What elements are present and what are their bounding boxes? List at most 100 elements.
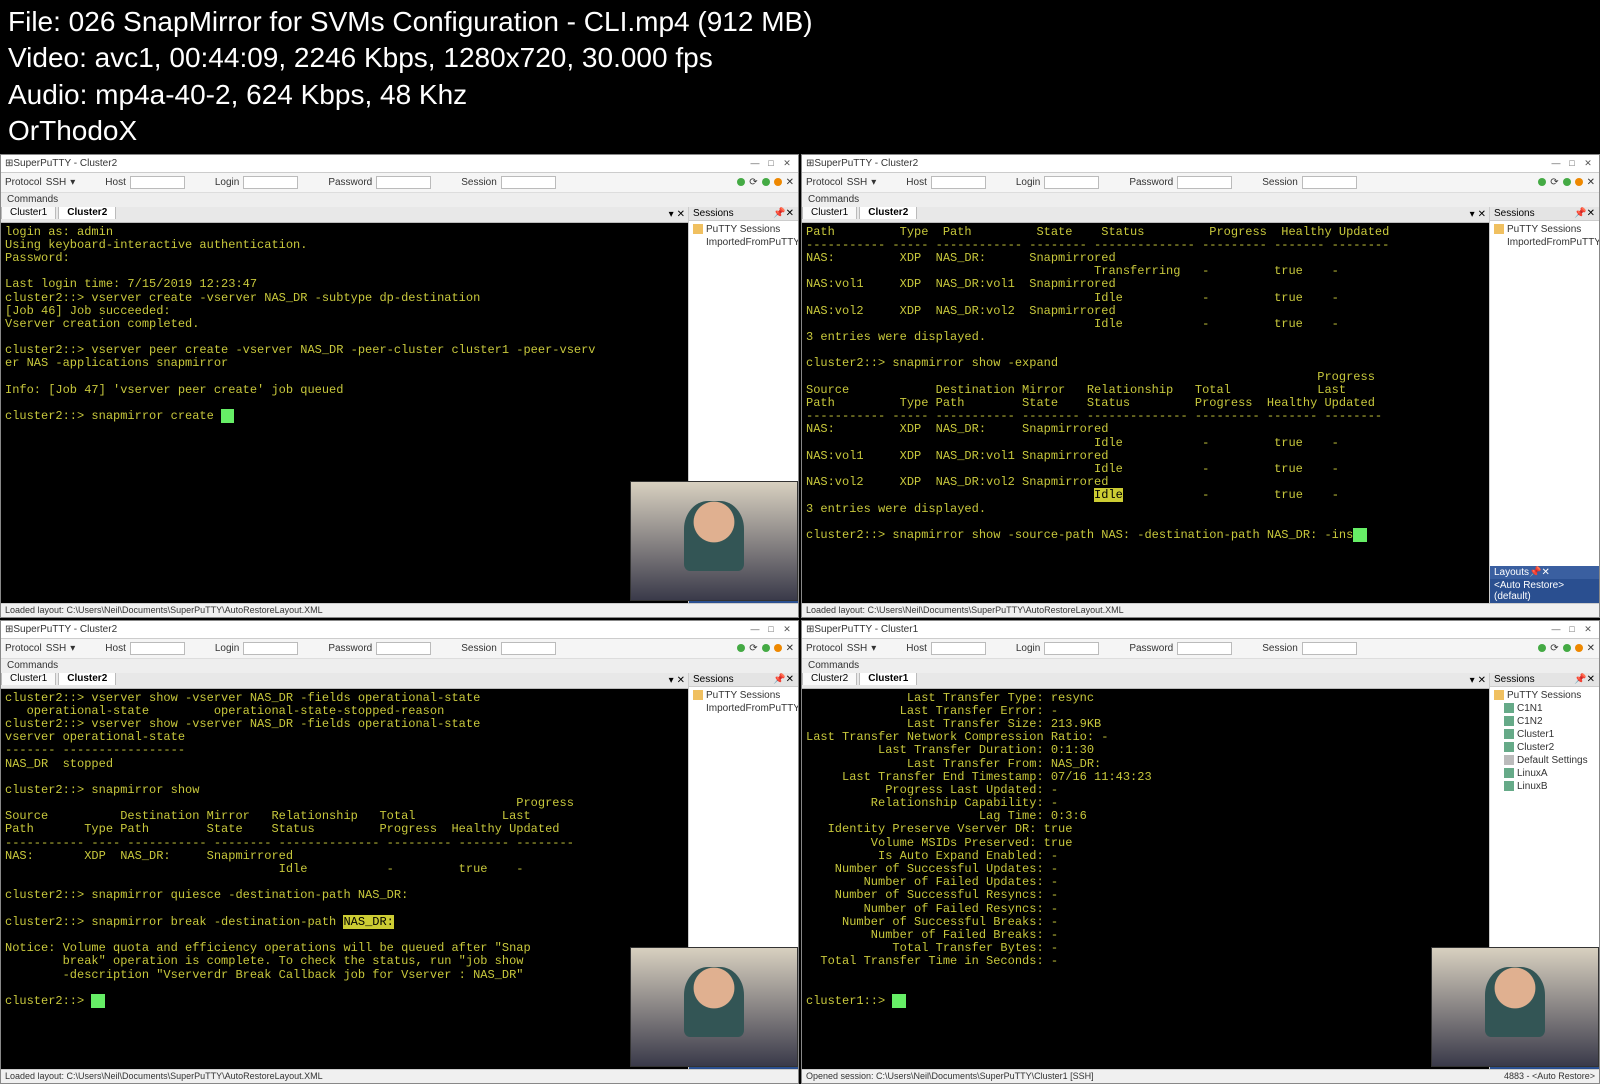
terminal-tab[interactable]: Cluster1 xyxy=(859,673,917,685)
window-titlebar[interactable]: ⊞ SuperPuTTY - Cluster1 — □ ✕ xyxy=(802,621,1599,639)
commands-menu[interactable]: Commands xyxy=(7,660,58,671)
session-tree-item[interactable]: LinuxB xyxy=(1494,780,1595,793)
menubar[interactable]: Commands xyxy=(802,193,1599,207)
session-tree-item[interactable]: PuTTY Sessions xyxy=(1494,223,1595,236)
session-tree-item[interactable]: ImportedFromPuTTY xyxy=(1494,236,1595,249)
terminal-tab[interactable]: Cluster1 xyxy=(802,207,857,219)
session-tree-item[interactable]: Cluster2 xyxy=(1494,741,1595,754)
password-input[interactable] xyxy=(376,642,431,655)
session-input[interactable] xyxy=(1302,176,1357,189)
host-input[interactable] xyxy=(931,642,986,655)
maximize-button[interactable]: □ xyxy=(764,157,778,169)
session-tree-item[interactable]: C1N1 xyxy=(1494,702,1595,715)
connect-icon[interactable] xyxy=(737,178,745,186)
maximize-button[interactable]: □ xyxy=(1565,157,1579,169)
terminal-tab[interactable]: Cluster2 xyxy=(802,673,857,685)
login-input[interactable] xyxy=(243,176,298,189)
layouts-panel-title[interactable]: Layouts 📌 ✕ xyxy=(1490,566,1599,579)
toolbar-close-icon[interactable]: ✕ xyxy=(786,177,794,188)
connect-icon[interactable] xyxy=(737,644,745,652)
refresh-icon[interactable]: ⟳ xyxy=(1550,643,1558,654)
minimize-button[interactable]: — xyxy=(748,157,762,169)
toolbar-close-icon[interactable]: ✕ xyxy=(786,643,794,654)
protocol-value[interactable]: SSH xyxy=(46,177,67,188)
sessions-panel-title[interactable]: Sessions 📌 ✕ xyxy=(1490,207,1599,221)
toolbar-close-icon[interactable]: ✕ xyxy=(1587,643,1595,654)
layouts-list[interactable]: <Auto Restore> (default) xyxy=(1490,579,1599,603)
commands-menu[interactable]: Commands xyxy=(808,194,859,205)
tab-dropdown-icon[interactable]: ▾ xyxy=(669,675,674,686)
tab-dropdown-icon[interactable]: ▾ xyxy=(1470,675,1475,686)
terminal-tab[interactable]: Cluster2 xyxy=(58,673,116,685)
tab-close-icon[interactable]: ✕ xyxy=(677,209,685,220)
panel-pin-icon[interactable]: 📌 xyxy=(773,208,785,219)
terminal-tab[interactable]: Cluster1 xyxy=(1,207,56,219)
session-input[interactable] xyxy=(501,642,556,655)
panel-close-icon[interactable]: ✕ xyxy=(786,674,794,685)
password-input[interactable] xyxy=(376,176,431,189)
host-input[interactable] xyxy=(130,176,185,189)
panel-pin-icon[interactable]: 📌 xyxy=(1529,567,1541,578)
maximize-button[interactable]: □ xyxy=(764,623,778,635)
minimize-button[interactable]: — xyxy=(1549,157,1563,169)
refresh-icon[interactable]: ⟳ xyxy=(749,177,757,188)
panel-close-icon[interactable]: ✕ xyxy=(1587,674,1595,685)
panel-pin-icon[interactable]: 📌 xyxy=(773,674,785,685)
session-tree-item[interactable]: Default Settings xyxy=(1494,754,1595,767)
session-tree-item[interactable]: PuTTY Sessions xyxy=(1494,689,1595,702)
panel-close-icon[interactable]: ✕ xyxy=(786,208,794,219)
refresh-icon[interactable]: ⟳ xyxy=(1550,177,1558,188)
login-input[interactable] xyxy=(243,642,298,655)
session-tree-item[interactable]: PuTTY Sessions xyxy=(693,689,794,702)
panel-close-icon[interactable]: ✕ xyxy=(1587,208,1595,219)
session-tree-item[interactable]: ImportedFromPuTTY xyxy=(693,702,794,715)
session-tree-item[interactable]: PuTTY Sessions xyxy=(693,223,794,236)
close-button[interactable]: ✕ xyxy=(780,157,794,169)
close-button[interactable]: ✕ xyxy=(1581,623,1595,635)
sessions-tree[interactable]: PuTTY SessionsImportedFromPuTTY xyxy=(1490,221,1599,566)
protocol-value[interactable]: SSH xyxy=(46,643,67,654)
close-button[interactable]: ✕ xyxy=(1581,157,1595,169)
terminal-tab[interactable]: Cluster2 xyxy=(859,207,917,219)
menubar[interactable]: Commands xyxy=(1,193,798,207)
window-titlebar[interactable]: ⊞ SuperPuTTY - Cluster2 — □ ✕ xyxy=(1,155,798,173)
tab-dropdown-icon[interactable]: ▾ xyxy=(1470,209,1475,220)
sessions-panel-title[interactable]: Sessions 📌 ✕ xyxy=(689,207,798,221)
connect-icon[interactable] xyxy=(1538,178,1546,186)
close-button[interactable]: ✕ xyxy=(780,623,794,635)
panel-close-icon[interactable]: ✕ xyxy=(1541,567,1549,578)
terminal-output[interactable]: Path Type Path State Status Progress Hea… xyxy=(802,223,1489,603)
toolbar-close-icon[interactable]: ✕ xyxy=(1587,177,1595,188)
host-input[interactable] xyxy=(931,176,986,189)
login-input[interactable] xyxy=(1044,176,1099,189)
menubar[interactable]: Commands xyxy=(1,659,798,673)
terminal-tab[interactable]: Cluster2 xyxy=(58,207,116,219)
session-tree-item[interactable]: Cluster1 xyxy=(1494,728,1595,741)
session-tree-item[interactable]: C1N2 xyxy=(1494,715,1595,728)
tab-close-icon[interactable]: ✕ xyxy=(677,675,685,686)
protocol-value[interactable]: SSH xyxy=(847,177,868,188)
terminal-output[interactable]: cluster2::> vserver show -vserver NAS_DR… xyxy=(1,689,688,1069)
terminal-tab[interactable]: Cluster1 xyxy=(1,673,56,685)
terminal-output[interactable]: login as: admin Using keyboard-interacti… xyxy=(1,223,688,603)
panel-pin-icon[interactable]: 📌 xyxy=(1574,208,1586,219)
password-input[interactable] xyxy=(1177,176,1232,189)
session-tree-item[interactable]: ImportedFromPuTTY xyxy=(693,236,794,249)
session-tree-item[interactable]: LinuxA xyxy=(1494,767,1595,780)
session-input[interactable] xyxy=(1302,642,1357,655)
password-input[interactable] xyxy=(1177,642,1232,655)
tab-close-icon[interactable]: ✕ xyxy=(1478,675,1486,686)
minimize-button[interactable]: — xyxy=(748,623,762,635)
sessions-panel-title[interactable]: Sessions 📌 ✕ xyxy=(1490,673,1599,687)
layouts-auto-restore[interactable]: <Auto Restore> (default) xyxy=(1490,579,1599,603)
menubar[interactable]: Commands xyxy=(802,659,1599,673)
window-titlebar[interactable]: ⊞ SuperPuTTY - Cluster2 — □ ✕ xyxy=(1,621,798,639)
host-input[interactable] xyxy=(130,642,185,655)
connect-icon[interactable] xyxy=(1538,644,1546,652)
window-titlebar[interactable]: ⊞ SuperPuTTY - Cluster2 — □ ✕ xyxy=(802,155,1599,173)
maximize-button[interactable]: □ xyxy=(1565,623,1579,635)
login-input[interactable] xyxy=(1044,642,1099,655)
tab-dropdown-icon[interactable]: ▾ xyxy=(669,209,674,220)
terminal-output[interactable]: Last Transfer Type: resync Last Transfer… xyxy=(802,689,1489,1069)
commands-menu[interactable]: Commands xyxy=(7,194,58,205)
